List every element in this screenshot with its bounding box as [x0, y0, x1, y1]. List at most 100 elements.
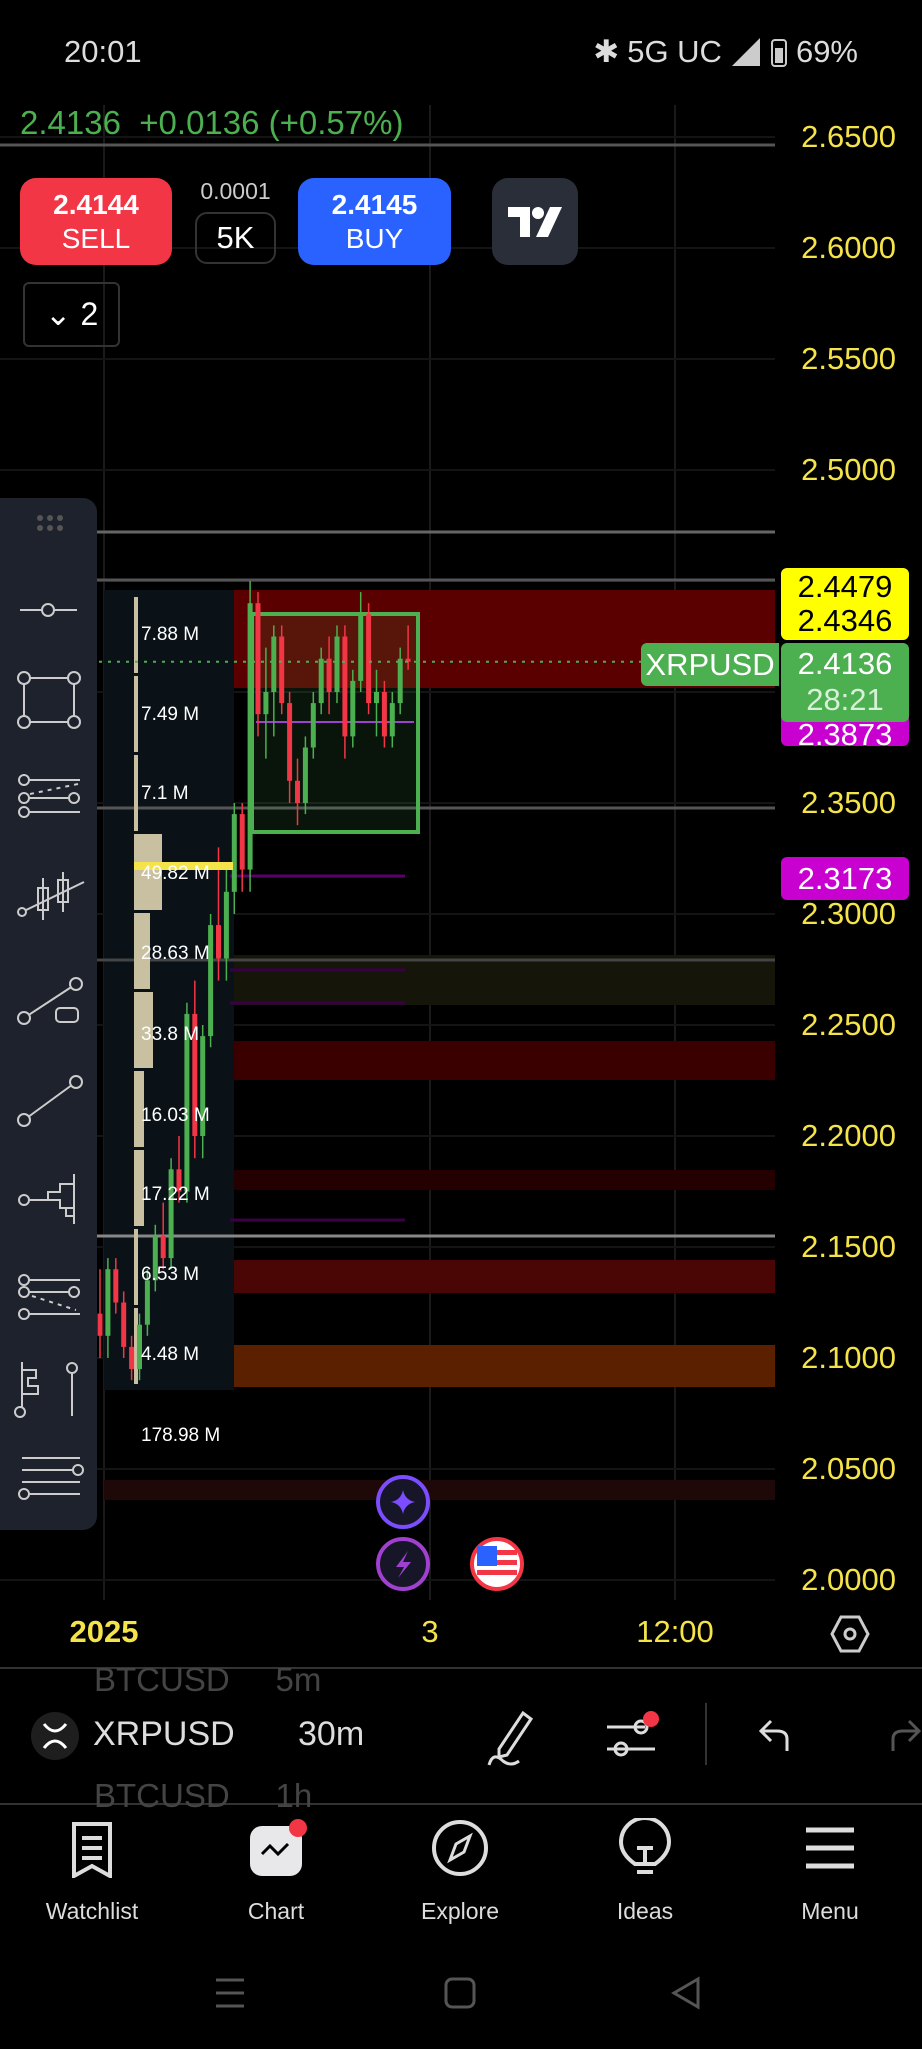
price-tag-yellow: 2.4479 2.4346 [781, 568, 909, 640]
candle-body [144, 1280, 150, 1325]
candle-body [263, 692, 269, 715]
candle-body [105, 1269, 111, 1336]
nav-label: Chart [247, 1898, 305, 1924]
price-axis-label: 2.5500 [801, 341, 896, 376]
candle-body [231, 814, 237, 892]
layers-count: 2 [80, 296, 99, 332]
interval: 5m [275, 1661, 322, 1698]
candle-body [129, 1346, 135, 1370]
recent-apps-icon[interactable] [212, 1975, 248, 2011]
hamburger-menu-icon [806, 1827, 854, 1869]
nav-ideas[interactable]: Ideas [575, 1806, 715, 1946]
volume-profile-label: 6.53 M [141, 1264, 200, 1285]
tradingview-logo-icon [508, 206, 562, 237]
drawing-toolbar [0, 498, 97, 1530]
volume-profile-label: 178.98 M [141, 1425, 221, 1446]
volume-profile-label: 16.03 M [141, 1105, 210, 1126]
ghost-symbol-prev: BTCUSD 5m [94, 1661, 321, 1699]
chevron-down-icon: ⌄ [44, 296, 72, 332]
horizontal-lines-tool-icon[interactable] [10, 1448, 87, 1512]
candle-body [318, 658, 324, 704]
rectangle-tool-icon[interactable] [10, 668, 87, 732]
economic-event-us-button[interactable] [469, 1536, 525, 1592]
home-icon[interactable] [442, 1975, 478, 2011]
layers-toggle[interactable]: ⌄ 2 [23, 282, 120, 347]
parallel-channel-tool-icon[interactable] [10, 768, 87, 832]
time-axis[interactable]: 2025 3 12:00 [0, 1600, 922, 1666]
compass-icon [432, 1820, 488, 1876]
candle-body [97, 1313, 103, 1336]
chart-icon [250, 1819, 307, 1876]
symbol: BTCUSD [94, 1661, 230, 1698]
last-price-value: 2.4136 [797, 646, 893, 681]
watchlist-icon [72, 1822, 112, 1878]
lightbulb-icon [618, 1818, 672, 1874]
volume-profile-tool-icon[interactable] [10, 1168, 87, 1232]
volume-profile-bar [134, 755, 138, 831]
zone-band [104, 1480, 778, 1500]
chart-settings-icon[interactable] [830, 1614, 870, 1654]
symbol-tag: XRPUSD [641, 643, 779, 686]
volume-profile-label: 7.88 M [141, 624, 200, 645]
candle-body [302, 747, 308, 803]
flash-button[interactable] [375, 1536, 431, 1592]
sell-button[interactable]: 2.4144 SELL [20, 178, 172, 265]
trend-line-tool-icon[interactable] [10, 1068, 87, 1132]
nav-menu[interactable]: Menu [760, 1806, 900, 1946]
volume-profile-label: 4.48 M [141, 1344, 200, 1365]
fib-channel-tool-icon[interactable] [10, 1268, 87, 1332]
redo-icon[interactable] [885, 1715, 922, 1755]
price-axis-label: 2.1000 [801, 1340, 896, 1375]
candle-body [223, 891, 229, 959]
volume-profile-bar [134, 1229, 138, 1305]
candle-body [168, 1169, 174, 1259]
drag-handle-icon[interactable] [10, 508, 87, 538]
draw-pencil-icon[interactable] [485, 1707, 537, 1767]
back-icon[interactable] [668, 1975, 704, 2011]
buy-label: BUY [345, 223, 404, 254]
time-label-day: 3 [421, 1614, 439, 1649]
candle-body [239, 814, 245, 870]
price-axis-label: 2.0500 [801, 1451, 896, 1486]
anchored-volume-tool-icon[interactable] [10, 1358, 87, 1422]
candle-body [366, 614, 372, 704]
nav-label: Ideas [616, 1898, 674, 1924]
candle-body [271, 636, 277, 692]
candle-body [334, 636, 340, 692]
indicators-sliders-icon[interactable] [605, 1709, 661, 1763]
nav-explore[interactable]: Explore [390, 1806, 530, 1946]
volume-profile-label: 17.22 M [141, 1184, 210, 1205]
ai-assistant-button[interactable] [375, 1474, 431, 1530]
price-axis-label: 2.3500 [801, 785, 896, 820]
nav-watchlist[interactable]: Watchlist [22, 1806, 162, 1946]
candle-body [397, 658, 403, 704]
system-navigation [0, 1950, 922, 2049]
horizontal-line-tool-icon[interactable] [10, 578, 87, 642]
tick-size: 0.0001 [200, 178, 271, 204]
bars-pattern-tool-icon[interactable] [10, 868, 87, 932]
price-axis-label: 2.6500 [801, 119, 896, 154]
price-tag-value: 2.4346 [797, 603, 893, 638]
nav-label: Explore [421, 1898, 499, 1924]
sell-price: 2.4144 [53, 189, 139, 220]
volume-profile-label: 49.82 M [141, 863, 210, 884]
price-tag-magenta: 2.3173 [781, 857, 909, 900]
nav-chart[interactable]: Chart [206, 1806, 346, 1946]
undo-icon[interactable] [757, 1715, 797, 1755]
quantity-field[interactable]: 5K [195, 212, 276, 264]
trend-line-text-tool-icon[interactable] [10, 968, 87, 1032]
volume-profile-label: 28.63 M [141, 943, 210, 964]
xrp-logo-icon [31, 1712, 79, 1760]
price-axis-label: 2.2500 [801, 1007, 896, 1042]
candle-body [121, 1302, 127, 1347]
price-axis-label: 2.5000 [801, 452, 896, 487]
candle-body [389, 703, 395, 737]
interval-selector[interactable]: 30m [298, 1715, 364, 1754]
quote-header: 2.4136 +0.0136 (+0.57%) [20, 104, 403, 142]
candle-body [113, 1269, 119, 1303]
symbol-selector[interactable]: XRPUSD [93, 1715, 235, 1754]
price-axis-label: 2.2000 [801, 1118, 896, 1153]
tradingview-logo-button[interactable] [492, 178, 578, 265]
buy-button[interactable]: 2.4145 BUY [298, 178, 451, 265]
candle-body [216, 925, 221, 959]
